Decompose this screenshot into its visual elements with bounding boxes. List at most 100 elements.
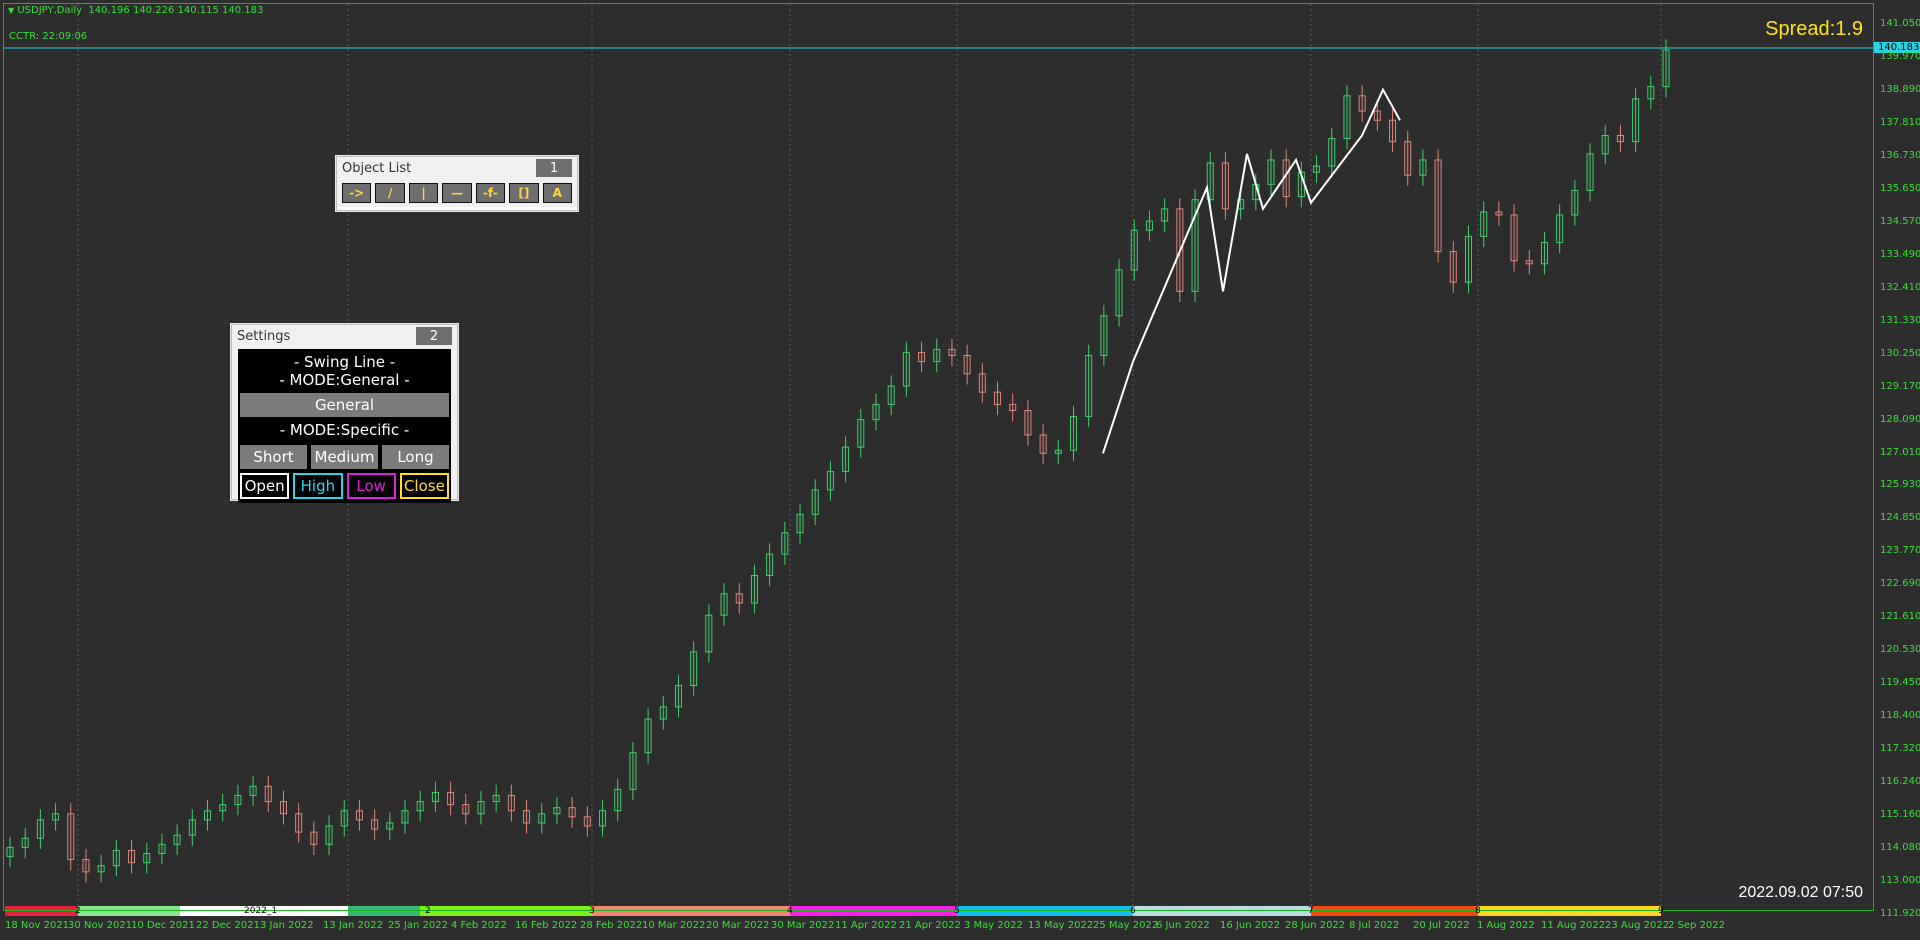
arrow-tool-button[interactable]: -> — [342, 183, 372, 203]
date-axis-label: 21 Apr 2022 — [899, 920, 961, 931]
price-axis-label: 114.080 — [1880, 842, 1920, 854]
date-axis-label: 1 Aug 2022 — [1477, 920, 1535, 931]
date-axis-label: 11 Aug 2022 — [1541, 920, 1606, 931]
medium-button[interactable]: Medium — [311, 445, 378, 469]
date-axis-label: 25 May 2022 — [1093, 920, 1159, 931]
price-axis-label: 125.930 — [1880, 479, 1920, 491]
price-axis-label: 120.530 — [1880, 644, 1920, 656]
ohlc-values: 140.196 140.226 140.115 140.183 — [88, 5, 264, 16]
date-axis-label: 25 Jan 2022 — [388, 920, 448, 931]
mode-general-heading: - MODE:General - — [279, 371, 410, 389]
price-axis-label: 124.850 — [1880, 512, 1920, 524]
price-axis-label: 113.000 — [1880, 875, 1920, 887]
date-axis-label: 2 Sep 2022 — [1668, 920, 1726, 931]
horizontal-line-tool-button[interactable]: — — [442, 183, 472, 203]
date-axis-label: 13 Jan 2022 — [323, 920, 383, 931]
price-axis-label: 137.810 — [1880, 116, 1920, 128]
price-axis-label: 132.410 — [1880, 281, 1920, 293]
price-axis-label: 117.320 — [1880, 743, 1920, 755]
date-axis-label: 11 Apr 2022 — [835, 920, 897, 931]
mode-specific-heading: - MODE:Specific - — [279, 421, 410, 439]
segment-label: 4 — [787, 906, 793, 916]
price-axis-label: 134.570 — [1880, 215, 1920, 227]
settings-header[interactable]: Settings 2 — [232, 325, 457, 347]
object-list-panel[interactable]: Object List 1 -> / | — -f- [] A — [336, 156, 578, 211]
high-button[interactable]: High — [293, 473, 343, 499]
segment-label: 7 — [1308, 906, 1314, 916]
cctr-timer: CCTR: 22:09:06 — [9, 31, 88, 42]
spread-label: Spread:1.9 — [1765, 18, 1863, 40]
price-axis-label: 116.240 — [1880, 776, 1920, 788]
trendline-tool-button[interactable]: / — [375, 183, 405, 203]
price-axis-label: 130.250 — [1880, 347, 1920, 359]
price-axis-label: 118.400 — [1880, 710, 1920, 722]
segment-label: 3 — [589, 906, 595, 916]
settings-body: - Swing Line - - MODE:General - General … — [238, 349, 451, 503]
price-axis-label: 111.920 — [1880, 908, 1920, 919]
date-axis-label: 28 Jun 2022 — [1285, 920, 1346, 931]
price-axis-label: 122.690 — [1880, 578, 1920, 590]
price-axis-label: 128.090 — [1880, 413, 1920, 425]
vertical-line-tool-button[interactable]: | — [408, 183, 439, 203]
segment-label: 9 — [1658, 906, 1664, 916]
price-axis-label: 136.730 — [1880, 149, 1920, 161]
price-axis-label: 131.330 — [1880, 314, 1920, 326]
datetime-label: 2022.09.02 07:50 — [1738, 884, 1863, 901]
date-axis-label: 30 Mar 2022 — [771, 920, 835, 931]
fibonacci-tool-button[interactable]: -f- — [475, 183, 506, 203]
term-buttons-row: Short Medium Long — [240, 445, 449, 469]
date-axis-label: 16 Jun 2022 — [1220, 920, 1281, 931]
date-axis-label: 4 Feb 2022 — [451, 920, 507, 931]
settings-panel[interactable]: Settings 2 - Swing Line - - MODE:General… — [231, 324, 458, 503]
date-axis-label: 8 Jul 2022 — [1349, 920, 1400, 931]
date-axis-label: 22 Dec 2021 — [196, 920, 260, 931]
price-axis-label: 115.160 — [1880, 809, 1920, 821]
segment-label: 5 — [954, 906, 960, 916]
symbol-name: USDJPY,Daily — [17, 5, 83, 16]
date-axis-label: 18 Nov 2021 — [5, 920, 70, 931]
price-axis-label: 138.890 — [1880, 83, 1920, 95]
object-list-badge[interactable]: 1 — [536, 159, 572, 177]
date-axis-label: 13 May 2022 — [1028, 920, 1094, 931]
rectangle-tool-button[interactable]: [] — [509, 183, 539, 203]
date-axis-label: 10 Mar 2022 — [642, 920, 706, 931]
price-axis-label: 129.170 — [1880, 380, 1920, 392]
date-axis-label: 16 Feb 2022 — [515, 920, 578, 931]
price-axis-label: 141.050 — [1880, 18, 1920, 29]
price-axis-label: 133.490 — [1880, 248, 1920, 260]
date-axis-label: 10 Dec 2021 — [131, 920, 195, 931]
object-tools-row: -> / | — -f- [] A — [337, 179, 577, 207]
text-tool-button[interactable]: A — [542, 183, 572, 203]
price-axis-label: 135.650 — [1880, 182, 1920, 194]
price-axis-label: 139.970 — [1880, 50, 1920, 62]
symbol-info: ▼ USDJPY,Daily 140.196 140.226 140.115 1… — [8, 5, 263, 16]
settings-title: Settings — [237, 328, 291, 344]
close-button[interactable]: Close — [399, 473, 449, 499]
price-axis-label: 127.010 — [1880, 446, 1920, 458]
segment-label: 8 — [1475, 906, 1481, 916]
date-axis-label: 20 Mar 2022 — [706, 920, 770, 931]
object-list-header[interactable]: Object List 1 — [337, 157, 577, 179]
price-axis-label: 123.770 — [1880, 545, 1920, 557]
segment-label: 2 — [425, 906, 431, 916]
long-button[interactable]: Long — [382, 445, 449, 469]
segment-label: 6 — [1130, 906, 1136, 916]
date-axis-label: 23 Aug 2022 — [1605, 920, 1670, 931]
segment-label: 2022_1 — [244, 906, 278, 916]
date-axis-label: 20 Jul 2022 — [1413, 920, 1470, 931]
segment-label: 2 — [75, 906, 81, 916]
swing-line-heading: - Swing Line - — [293, 353, 396, 371]
general-button[interactable]: General — [240, 393, 449, 417]
price-axis-label: 121.610 — [1880, 611, 1920, 623]
collapse-triangle-icon[interactable]: ▼ — [8, 6, 14, 15]
date-axis-label: 28 Feb 2022 — [580, 920, 643, 931]
open-button[interactable]: Open — [240, 473, 290, 499]
date-axis-label: 6 Jun 2022 — [1156, 920, 1210, 931]
price-axis-label: 119.450 — [1880, 677, 1920, 689]
low-button[interactable]: Low — [346, 473, 396, 499]
object-list-title: Object List — [342, 160, 412, 176]
price-source-row: Open High Low Close — [240, 473, 449, 499]
short-button[interactable]: Short — [240, 445, 307, 469]
date-axis-label: 30 Nov 2021 — [68, 920, 133, 931]
settings-badge[interactable]: 2 — [416, 327, 452, 345]
